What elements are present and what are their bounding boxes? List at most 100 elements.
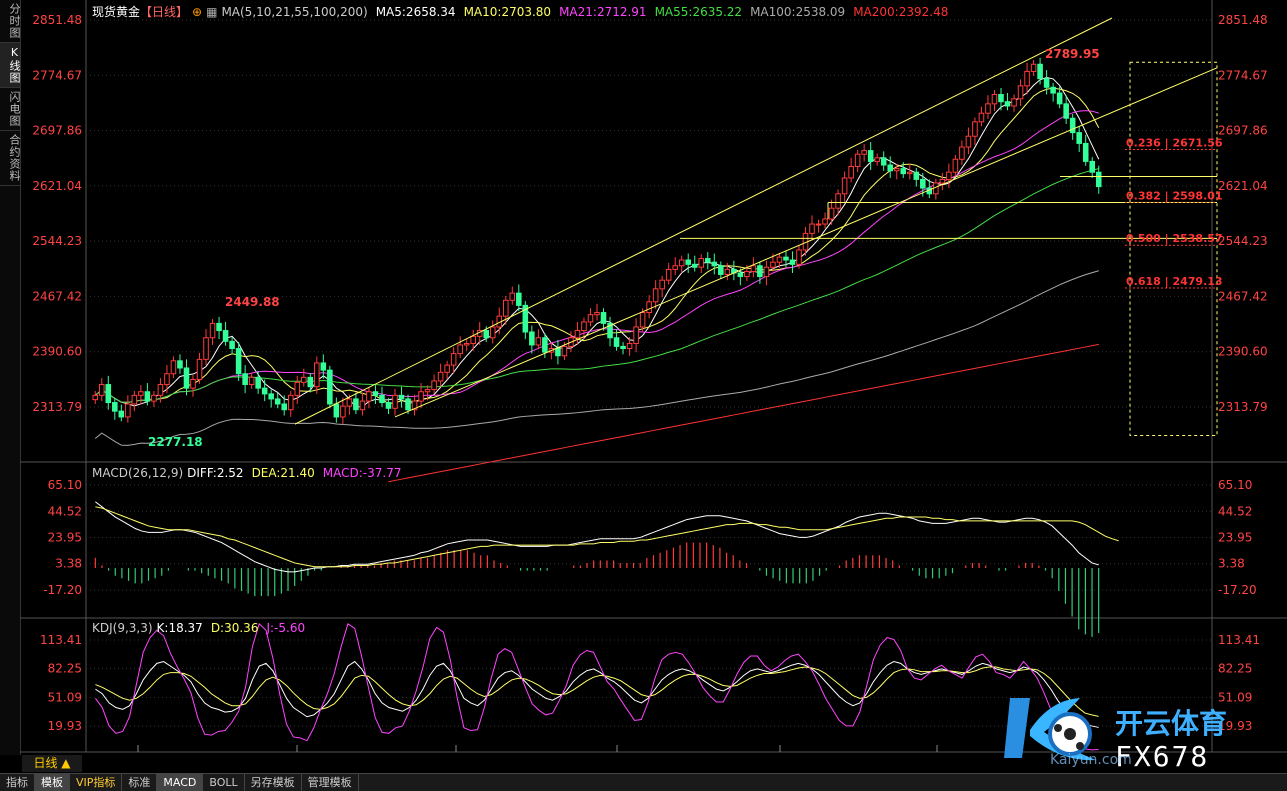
bottom-tab-5[interactable]: BOLL <box>203 774 245 791</box>
moving-averages <box>94 76 1100 483</box>
candle-body-58 <box>470 335 476 345</box>
macd-value: MACD:-37.77 <box>322 466 402 480</box>
grid-icon[interactable]: ▦ <box>206 5 217 19</box>
candle-body-40 <box>353 398 359 411</box>
candle-body-71 <box>555 348 561 357</box>
candle-body-88 <box>665 268 672 281</box>
ma-title: MA(5,10,21,55,100,200) <box>221 5 368 19</box>
candle-body-14 <box>183 367 190 389</box>
main-header: 现货黄金【日线】 ⊕ ▦ MA(5,10,21,55,100,200) MA5:2658… <box>92 3 964 20</box>
candle-body-4 <box>118 410 125 418</box>
kdj-panel <box>95 622 1099 751</box>
ma55-line <box>94 168 1099 403</box>
ma-value-2: MA21:2712.91 <box>559 5 647 19</box>
sidebar-tab-0[interactable]: 分时图 <box>0 0 21 43</box>
price-tick-right-1: 2774.67 <box>1218 68 1268 82</box>
bottom-tab-3[interactable]: 标准 <box>122 774 158 791</box>
bottom-tab-4[interactable]: MACD <box>157 774 204 791</box>
kdj-tick-left-1: 82.25 <box>48 662 82 676</box>
candle-body-120 <box>874 157 880 162</box>
candle-body-115 <box>841 177 848 195</box>
fib-label-0: 0.236 | 2671.56 <box>1126 136 1223 149</box>
price-tick-right-5: 2467.42 <box>1218 289 1268 303</box>
symbol-name: 现货黄金 <box>92 5 141 19</box>
candle-body-5 <box>125 403 131 418</box>
candle-body-10 <box>157 384 164 396</box>
candle-body-43 <box>372 391 379 396</box>
candle-body-142 <box>1017 85 1024 100</box>
candlesticks <box>92 57 1102 425</box>
candle-body-20 <box>222 330 229 342</box>
candle-body-60 <box>483 330 490 339</box>
bottom-tab-0[interactable]: 指标 <box>0 774 35 791</box>
sidebar-tab-2[interactable]: 闪电图 <box>0 88 21 131</box>
candle-body-101 <box>750 265 757 273</box>
kdj-d-line <box>95 666 1099 717</box>
candle-body-131 <box>946 171 952 180</box>
candle-body-57 <box>463 343 470 346</box>
bottom-tab-6[interactable]: 另存模板 <box>245 774 302 791</box>
macd-dea: DEA:21.40 <box>251 466 315 480</box>
candle-body-33 <box>307 376 314 388</box>
candle-body-111 <box>815 223 822 226</box>
kdj-title: KDJ(9,3,3) <box>92 621 153 635</box>
candle-body-85 <box>646 301 652 314</box>
candle-body-80 <box>613 337 620 347</box>
kdj-d: D:30.36 <box>210 621 259 635</box>
candle-body-114 <box>835 193 841 209</box>
candle-body-139 <box>998 93 1004 103</box>
candle-body-133 <box>959 146 965 160</box>
candle-body-81 <box>620 345 626 350</box>
bottom-tab-2[interactable]: VIP指标 <box>70 774 123 791</box>
candle-body-23 <box>242 373 248 386</box>
macd-header: MACD(26,12,9) DIFF:2.52 DEA:21.40 MACD:-37.… <box>92 466 409 480</box>
candle-body-125 <box>906 171 913 175</box>
bottom-tab-7[interactable]: 管理模板 <box>302 774 359 791</box>
ma200-line <box>388 343 1099 483</box>
candle-body-110 <box>809 223 815 234</box>
macd-diff-line <box>95 501 1099 573</box>
candle-body-154 <box>1095 171 1102 188</box>
kdj-k: K:18.37 <box>156 621 203 635</box>
candle-body-105 <box>776 256 783 263</box>
candle-body-31 <box>294 381 301 396</box>
annotations: 0.236 | 2671.56 0.382 | 2598.01 0.500 | 25… <box>148 47 1223 449</box>
candle-body-119 <box>867 150 874 162</box>
candle-body-113 <box>828 207 835 220</box>
kdj-header: KDJ(9,3,3) K:18.37 D:30.36 J:-5.60 <box>92 621 313 635</box>
price-annotation-0: 2789.95 <box>1045 47 1100 61</box>
candle-body-61 <box>489 326 496 339</box>
bottom-tab-1[interactable]: 模板 <box>35 774 70 791</box>
candle-body-54 <box>444 364 450 373</box>
macd-tick-right-0: 65.10 <box>1218 478 1252 492</box>
period-button[interactable]: 日线 ▲ <box>22 755 82 772</box>
price-annotation-2: 2277.18 <box>148 435 203 449</box>
kdj-tick-right-0: 113.41 <box>1218 633 1260 647</box>
kdj-j-line <box>95 622 1099 751</box>
candle-body-77 <box>594 312 600 316</box>
candle-body-39 <box>346 398 353 407</box>
candle-body-127 <box>920 178 926 189</box>
chart-canvas[interactable]: 0.236 | 2671.56 0.382 | 2598.01 0.500 | 25… <box>20 0 1287 755</box>
candle-body-12 <box>170 360 177 375</box>
candle-body-97 <box>724 268 731 275</box>
candle-body-84 <box>639 312 646 328</box>
candle-body-136 <box>978 112 985 123</box>
settings-icon[interactable]: ⊕ <box>192 5 202 19</box>
candle-body-148 <box>1056 92 1063 105</box>
sidebar-tab-1[interactable]: K线图 <box>0 43 21 88</box>
candle-body-7 <box>138 391 144 396</box>
macd-tick-left-1: 44.52 <box>48 504 82 518</box>
candle-body-118 <box>861 150 867 155</box>
price-tick-left-6: 2390.60 <box>32 345 82 359</box>
kdj-j: J:-5.60 <box>266 621 306 635</box>
bottom-toolbar: 指标 模板 VIP指标 标准 MACD BOLL 另存模板 管理模板 <box>0 773 1287 791</box>
candle-body-107 <box>789 259 796 265</box>
price-tick-right-6: 2390.60 <box>1218 345 1268 359</box>
candle-body-63 <box>502 299 509 317</box>
candle-body-36 <box>327 369 333 405</box>
price-tick-left-0: 2851.48 <box>32 13 82 27</box>
candle-body-29 <box>281 403 288 411</box>
candle-body-147 <box>1050 86 1056 94</box>
sidebar-tab-3[interactable]: 合约资料 <box>0 131 21 186</box>
